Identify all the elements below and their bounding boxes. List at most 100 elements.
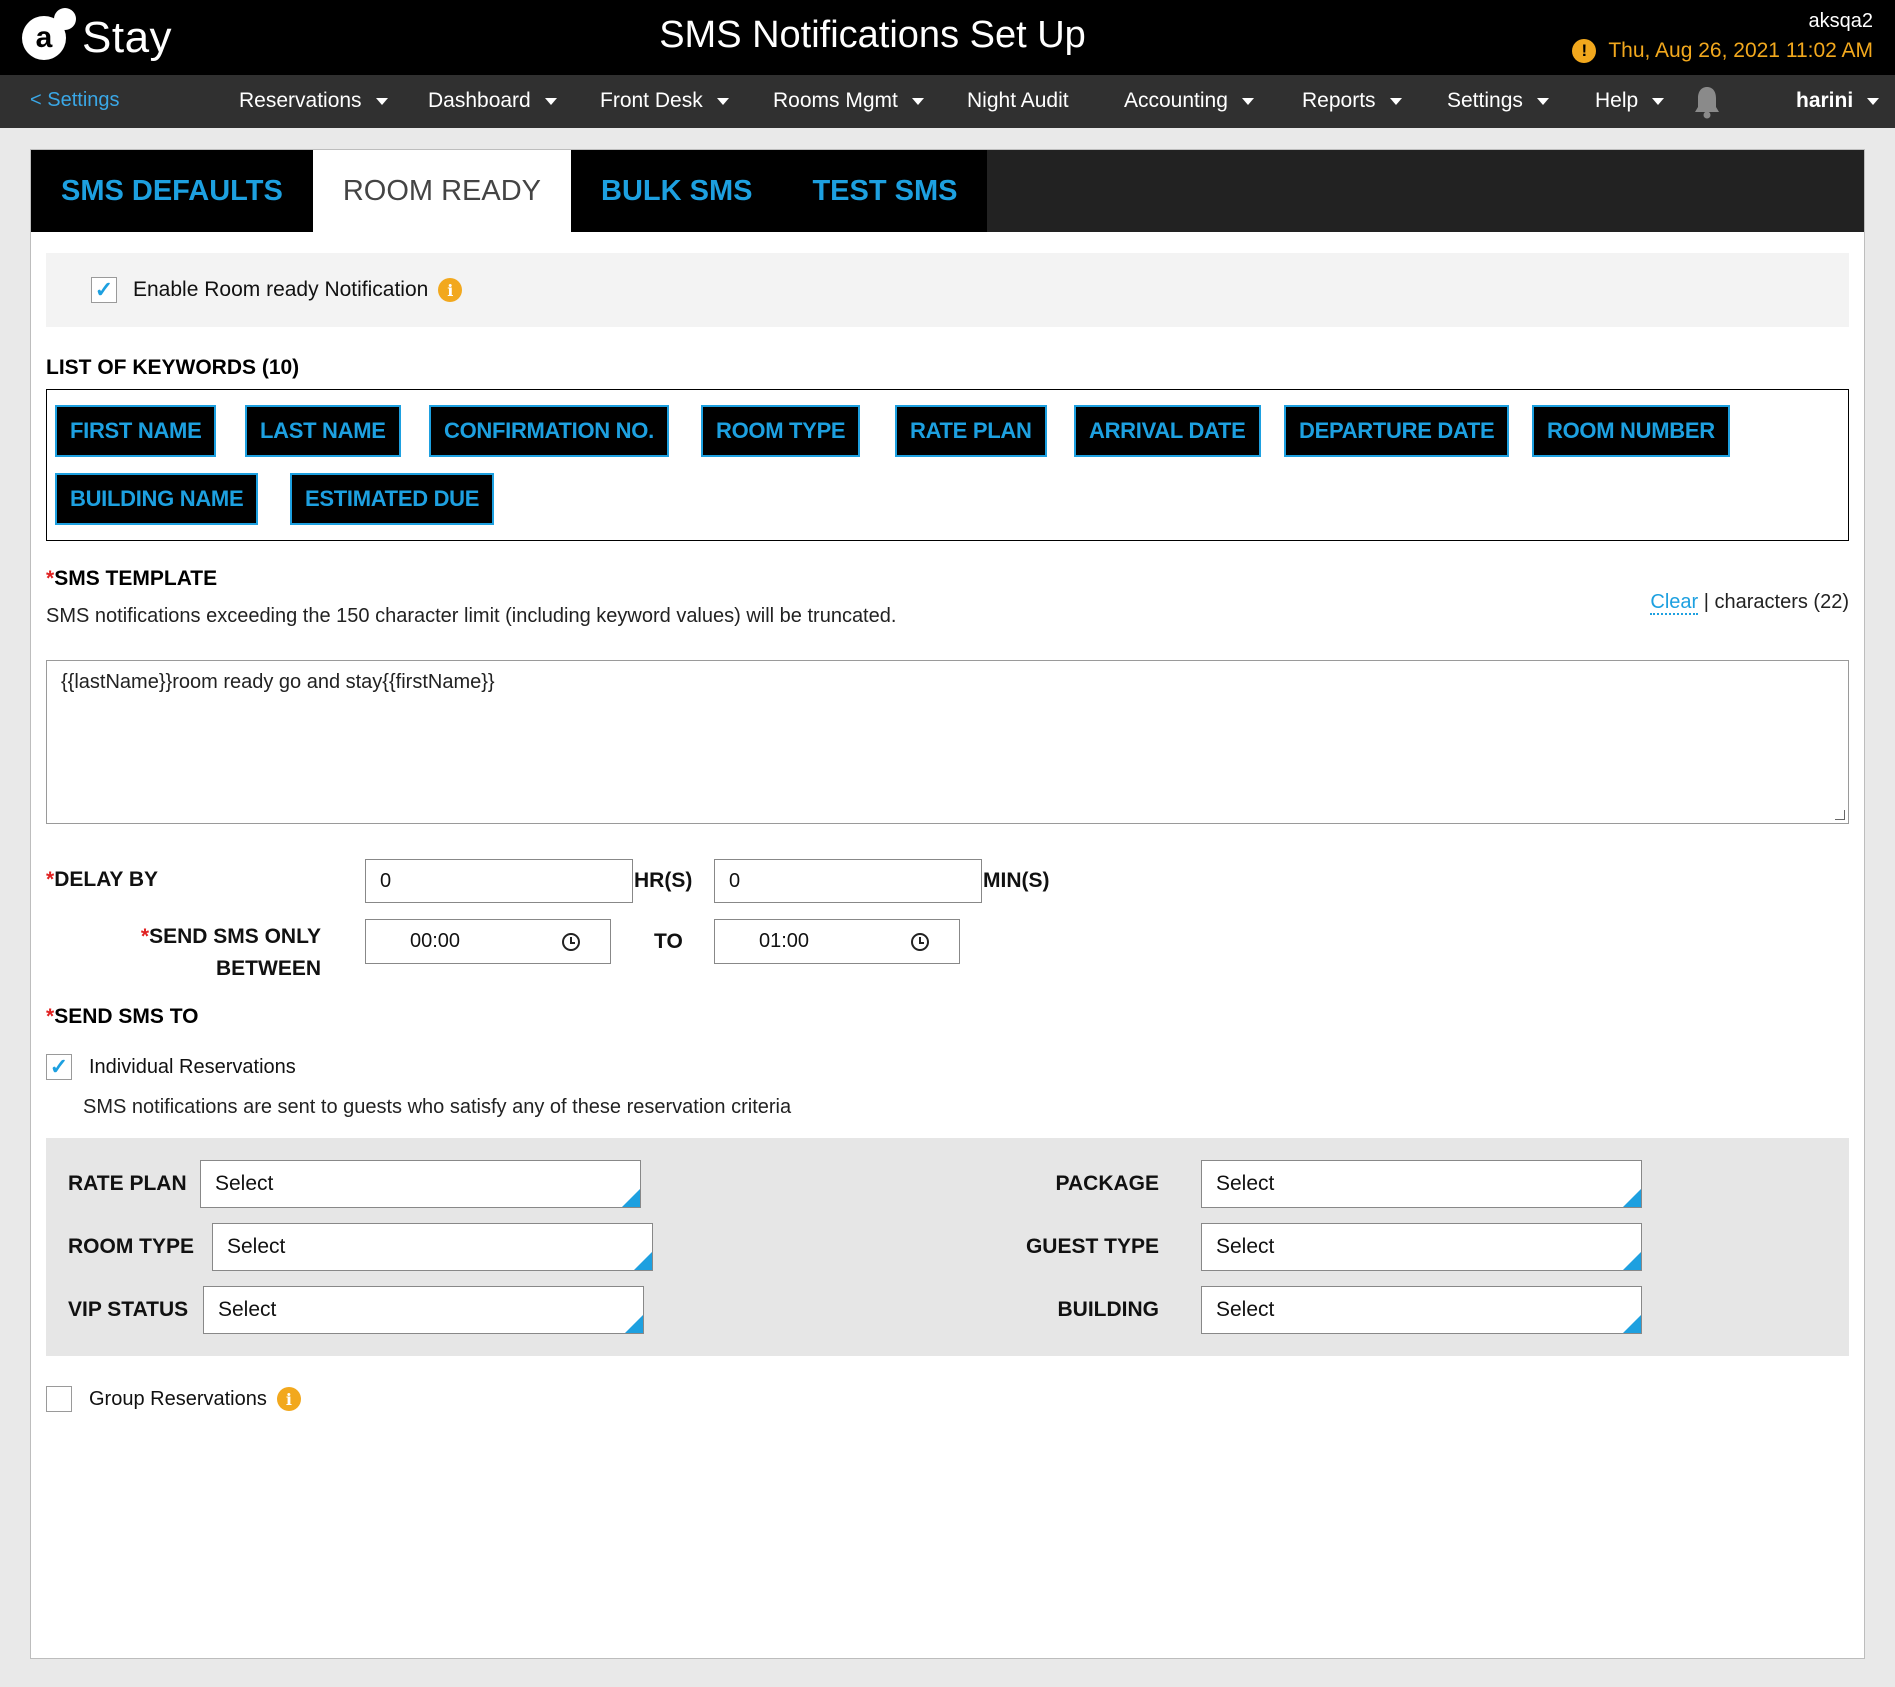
keyword-rate-plan[interactable]: RATE PLAN <box>895 405 1047 457</box>
send-between-line2: BETWEEN <box>216 957 321 980</box>
nav-dashboard[interactable]: Dashboard <box>428 89 557 113</box>
delay-minutes-input[interactable]: 0 <box>714 859 982 903</box>
nav-night-audit[interactable]: Night Audit <box>967 89 1069 113</box>
keyword-building-name[interactable]: BUILDING NAME <box>55 473 259 525</box>
template-text: {{lastName}}room ready go and stay{{firs… <box>61 671 495 693</box>
info-icon[interactable]: i <box>276 1387 301 1411</box>
package-select[interactable]: Select <box>1201 1160 1642 1208</box>
tab-test-sms[interactable]: TEST SMS <box>782 150 988 232</box>
guest-type-select[interactable]: Select <box>1201 1223 1642 1271</box>
caret-down-icon <box>544 97 557 105</box>
rate-plan-label: RATE PLAN <box>68 1172 187 1195</box>
tab-sms-defaults[interactable]: SMS DEFAULTS <box>31 150 313 232</box>
keyword-room-type[interactable]: ROOM TYPE <box>701 405 861 457</box>
to-label: TO <box>654 930 683 953</box>
vip-status-label: VIP STATUS <box>68 1298 189 1321</box>
keyword-room-number[interactable]: ROOM NUMBER <box>1532 405 1730 457</box>
nav-label: Help <box>1595 89 1639 112</box>
caret-down-icon <box>716 97 729 105</box>
nav-label: Rooms Mgmt <box>773 89 898 112</box>
rate-plan-select[interactable]: Select <box>200 1160 641 1208</box>
room-type-label: ROOM TYPE <box>68 1235 195 1258</box>
enable-notification-label: Enable Room ready Notification <box>133 278 429 301</box>
nav-front-desk[interactable]: Front Desk <box>600 89 729 113</box>
sms-template-label: SMS TEMPLATE <box>54 567 218 590</box>
caret-down-icon <box>1652 97 1665 105</box>
datetime-text: Thu, Aug 26, 2021 11:02 AM <box>1608 39 1873 62</box>
nav-reservations[interactable]: Reservations <box>239 89 388 113</box>
back-to-settings-link[interactable]: < Settings <box>30 89 120 112</box>
nav-settings[interactable]: Settings <box>1447 89 1549 113</box>
caret-down-icon <box>1536 97 1549 105</box>
header-user-block: aksqa2 ! Thu, Aug 26, 2021 11:02 AM <box>1572 10 1873 63</box>
separator: | <box>1703 591 1709 613</box>
nav-label: Dashboard <box>428 89 531 112</box>
required-mark: * <box>46 567 55 590</box>
room-type-select[interactable]: Select <box>212 1223 653 1271</box>
send-to-text: SEND SMS TO <box>54 1005 199 1028</box>
clear-template-link[interactable]: Clear <box>1650 591 1699 615</box>
property-name: aksqa2 <box>1808 10 1874 32</box>
nav-help[interactable]: Help <box>1595 89 1665 113</box>
individual-reservations-label: Individual Reservations <box>89 1055 296 1078</box>
caret-down-icon <box>1389 97 1402 105</box>
main-panel: SMS DEFAULTS ROOM READY BULK SMS TEST SM… <box>30 149 1865 1659</box>
clock-icon[interactable] <box>562 932 580 951</box>
caret-down-icon <box>375 97 388 105</box>
guest-type-label: GUEST TYPE <box>1025 1235 1159 1258</box>
tab-room-ready[interactable]: ROOM READY <box>312 150 571 232</box>
bell-icon[interactable] <box>1694 85 1720 119</box>
send-between-line1: SEND SMS ONLY <box>149 925 321 948</box>
nav-reports[interactable]: Reports <box>1302 89 1402 113</box>
nav-rooms-mgmt[interactable]: Rooms Mgmt <box>773 89 924 113</box>
resize-grip-icon[interactable] <box>1835 810 1845 820</box>
business-date: ! Thu, Aug 26, 2021 11:02 AM <box>1572 39 1873 63</box>
keyword-estimated-due[interactable]: ESTIMATED DUE <box>290 473 495 525</box>
sms-template-textarea[interactable]: {{lastName}}room ready go and stay{{firs… <box>46 660 1849 824</box>
keyword-arrival-date[interactable]: ARRIVAL DATE <box>1074 405 1261 457</box>
nav-label: Settings <box>1447 89 1523 112</box>
char-count: characters (22) <box>1714 591 1850 613</box>
delay-by-text: DELAY BY <box>54 868 159 891</box>
group-reservations-row: Group Reservations i <box>46 1386 301 1412</box>
vip-status-select[interactable]: Select <box>203 1286 644 1334</box>
caret-down-icon <box>1241 97 1254 105</box>
end-time-input[interactable]: 01:00 <box>714 919 960 964</box>
clock-icon[interactable] <box>911 932 929 951</box>
delay-hours-input[interactable]: 0 <box>365 859 633 903</box>
exclamation-icon[interactable]: ! <box>1572 39 1597 63</box>
info-icon[interactable]: i <box>438 278 463 302</box>
tab-bar: SMS DEFAULTS ROOM READY BULK SMS TEST SM… <box>31 150 1864 232</box>
building-select[interactable]: Select <box>1201 1286 1642 1334</box>
group-reservations-label: Group Reservations <box>89 1387 267 1410</box>
individual-reservations-row: ✓ Individual Reservations <box>46 1054 296 1080</box>
start-time-value: 00:00 <box>410 930 461 952</box>
building-label: BUILDING <box>1057 1298 1160 1321</box>
keywords-title: LIST OF KEYWORDS (10) <box>46 356 300 379</box>
group-reservations-checkbox[interactable] <box>46 1386 72 1412</box>
page-title: SMS Notifications Set Up <box>659 14 1086 56</box>
tab-bulk-sms[interactable]: BULK SMS <box>571 150 783 232</box>
user-menu[interactable]: harini <box>1796 89 1880 113</box>
keyword-first-name[interactable]: FIRST NAME <box>55 405 217 457</box>
nav-label: Reports <box>1302 89 1376 112</box>
individual-reservations-checkbox[interactable]: ✓ <box>46 1054 72 1080</box>
keyword-departure-date[interactable]: DEPARTURE DATE <box>1284 405 1510 457</box>
nav-label: Front Desk <box>600 89 703 112</box>
nav-label: Reservations <box>239 89 362 112</box>
send-to-label: *SEND SMS TO <box>46 1005 199 1028</box>
nav-accounting[interactable]: Accounting <box>1124 89 1254 113</box>
enable-notification-checkbox[interactable]: ✓ <box>91 277 117 303</box>
send-between-label: *SEND SMS ONLY BETWEEN <box>131 921 321 985</box>
caret-down-icon <box>1867 97 1880 105</box>
keyword-last-name[interactable]: LAST NAME <box>245 405 401 457</box>
keyword-confirmation-no[interactable]: CONFIRMATION NO. <box>429 405 669 457</box>
minutes-unit: MIN(S) <box>983 869 1050 892</box>
top-bar: a Stay SMS Notifications Set Up aksqa2 !… <box>0 0 1895 75</box>
main-nav: < Settings Reservations Dashboard Front … <box>0 75 1895 128</box>
start-time-input[interactable]: 00:00 <box>365 919 611 964</box>
keywords-box: FIRST NAME LAST NAME CONFIRMATION NO. RO… <box>46 389 1849 541</box>
hours-unit: HR(S) <box>634 869 693 892</box>
delay-by-label: *DELAY BY <box>46 868 159 891</box>
template-note: SMS notifications exceeding the 150 char… <box>46 605 897 627</box>
